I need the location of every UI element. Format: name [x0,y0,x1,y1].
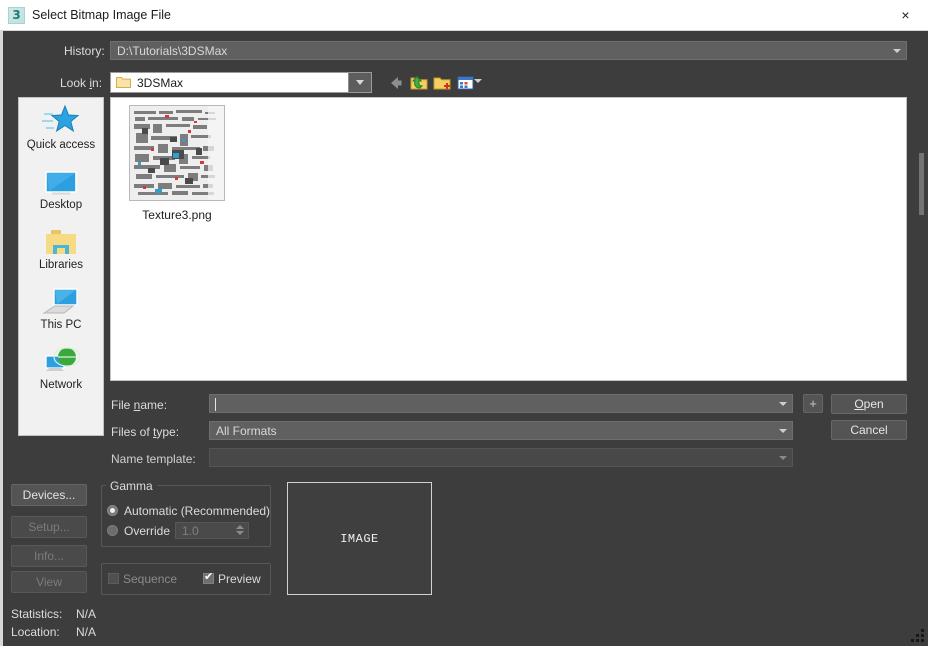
text-caret [215,398,216,411]
files-of-type-value: All Formats [216,424,277,438]
place-label: This PC [40,319,82,331]
gamma-automatic-radio[interactable] [107,505,118,516]
lookin-chevron-down-icon[interactable] [348,73,371,92]
gamma-override-value: 1.0 [182,524,199,538]
new-folder-icon[interactable] [432,73,452,93]
place-label: Quick access [26,139,96,151]
spinner-arrows-icon[interactable] [236,525,244,535]
title-bar: 3 Select Bitmap Image File × [0,0,928,31]
place-libraries[interactable]: Libraries [19,222,103,282]
file-item[interactable]: Texture3.png [121,105,233,222]
window-right-scroll-strip [919,153,924,215]
sequence-checkbox[interactable] [108,573,119,584]
view-button[interactable]: View [11,571,87,593]
place-network[interactable]: Network [19,342,103,402]
cancel-button[interactable]: Cancel [831,420,907,440]
gamma-automatic-label: Automatic (Recommended) [124,504,271,518]
files-of-type-combo[interactable]: All Formats [209,421,793,440]
place-desktop[interactable]: Desktop [19,162,103,222]
name-template-chevron-down-icon [774,450,791,465]
location-label: Location: [11,625,60,639]
lookin-label: Look in: [60,76,103,90]
libraries-folder-icon [19,222,103,258]
file-list[interactable]: Texture3.png [110,97,907,381]
gamma-group-title: Gamma [106,479,157,493]
folder-icon [116,76,131,89]
place-label: Desktop [39,199,83,211]
add-path-button[interactable]: + [803,394,823,413]
back-icon[interactable] [386,73,406,93]
file-name-label-text: File name: [111,398,168,412]
place-this-pc[interactable]: This PC [19,282,103,342]
up-folder-icon[interactable] [409,73,429,93]
file-name-label: Texture3.png [142,208,212,222]
max-3-icon: 3 [8,7,25,24]
history-value: D:\Tutorials\3DSMax [117,44,228,58]
setup-button[interactable]: Setup... [11,516,87,538]
preview-checkbox[interactable] [203,571,214,584]
file-name-chevron-down-icon[interactable] [774,396,791,411]
open-button[interactable]: Open [831,394,907,414]
place-quick-access[interactable]: Quick access [19,102,103,162]
name-template-label-text: Name template: [111,452,196,466]
statistics-label: Statistics: [11,607,63,621]
files-of-type-label-text: Files of type: [111,425,180,439]
window-title: Select Bitmap Image File [32,8,171,22]
globe-network-icon [19,342,103,378]
file-name-input[interactable] [209,394,793,413]
computer-icon [19,282,103,318]
select-bitmap-image-file-dialog: 3 Select Bitmap Image File × History: D:… [0,0,928,646]
preview-label: Preview [218,572,261,586]
lookin-value: 3DSMax [137,76,184,90]
devices-button[interactable]: Devices... [11,484,87,506]
monitor-icon [19,162,103,198]
chevron-down-icon[interactable] [888,43,905,58]
history-label: History: [64,44,105,58]
image-preview: IMAGE [287,482,432,595]
statistics-value: N/A [76,607,97,621]
resize-grip[interactable] [911,629,925,643]
image-thumbnail [129,105,225,201]
gamma-override-radio[interactable] [107,525,118,536]
lookin-combo[interactable]: 3DSMax [110,72,372,93]
sequence-label: Sequence [123,572,178,586]
views-icon[interactable] [455,73,475,93]
places-bar: Quick access Desktop Libraries This PC N… [18,97,104,436]
views-chevron-down-icon[interactable] [474,79,482,83]
window-left-edge [0,31,3,646]
gamma-override-spinner[interactable]: 1.0 [175,522,249,539]
place-label: Network [39,379,83,391]
history-combo[interactable]: D:\Tutorials\3DSMax [110,41,907,60]
place-label: Libraries [38,259,84,271]
files-of-type-chevron-down-icon[interactable] [774,423,791,438]
gamma-override-label: Override [124,524,171,538]
info-button[interactable]: Info... [11,545,87,567]
location-value: N/A [76,625,97,639]
star-icon [19,102,103,138]
close-icon[interactable]: × [883,0,928,30]
name-template-combo[interactable] [209,448,793,467]
